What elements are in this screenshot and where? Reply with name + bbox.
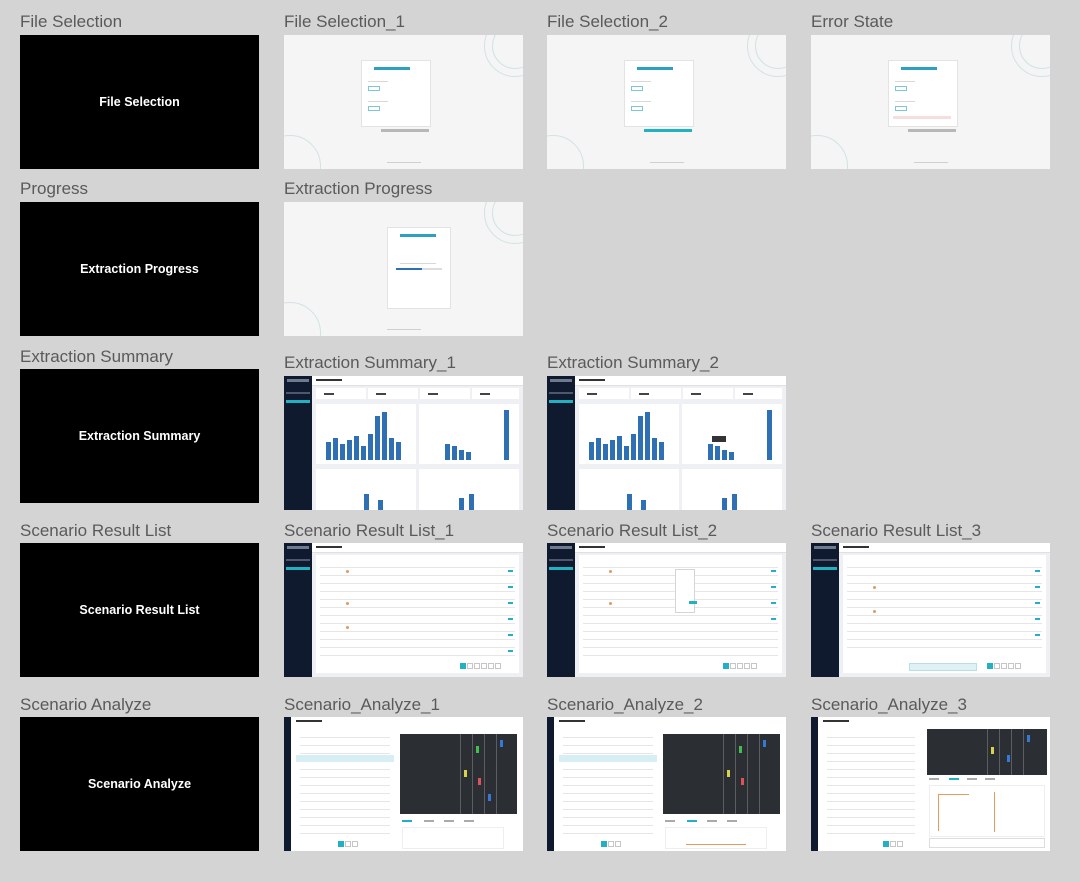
frame-label-extraction-summary-2: Extraction Summary_2 — [547, 353, 719, 372]
frame-thumbnail-extraction-summary-2[interactable] — [547, 376, 786, 510]
section-frame-title: File Selection — [99, 95, 180, 109]
frame-thumbnail-scenario-analyze-2[interactable] — [547, 717, 786, 851]
frame-thumbnail-error-state[interactable] — [811, 35, 1050, 169]
frame-thumbnail-extraction-progress[interactable] — [284, 202, 523, 336]
frame-thumbnail-file-selection-2[interactable] — [547, 35, 786, 169]
section-frame-file-selection[interactable]: File Selection — [20, 35, 259, 169]
frame-label-scenario-analyze-3: Scenario_Analyze_3 — [811, 695, 967, 714]
frame-label-file-selection-1: File Selection_1 — [284, 12, 405, 31]
frame-thumbnail-scenario-analyze-3[interactable] — [811, 717, 1050, 851]
frame-label-file-selection-2: File Selection_2 — [547, 12, 668, 31]
frame-thumbnail-scenario-result-list-2[interactable] — [547, 543, 786, 677]
frame-label-extraction-summary-1: Extraction Summary_1 — [284, 353, 456, 372]
section-frame-title: Extraction Summary — [78, 429, 201, 443]
section-label-scenario-analyze: Scenario Analyze — [20, 695, 152, 714]
section-frame-title: Scenario Analyze — [87, 777, 192, 791]
section-label-scenario-result-list: Scenario Result List — [20, 521, 172, 540]
frame-label-scenario-result-list-3: Scenario Result List_3 — [811, 521, 982, 540]
section-frame-progress[interactable]: Extraction Progress — [20, 202, 259, 336]
section-frame-title: Scenario Result List — [79, 603, 200, 617]
section-label-extraction-summary: Extraction Summary — [20, 347, 174, 366]
frame-label-scenario-analyze-2: Scenario_Analyze_2 — [547, 695, 703, 714]
section-frame-title: Extraction Progress — [80, 262, 199, 276]
section-frame-extraction-summary[interactable]: Extraction Summary — [20, 369, 259, 503]
section-frame-scenario-analyze[interactable]: Scenario Analyze — [20, 717, 259, 851]
section-label-file-selection: File Selection — [20, 12, 123, 31]
frame-thumbnail-file-selection-1[interactable] — [284, 35, 523, 169]
frame-thumbnail-scenario-analyze-1[interactable] — [284, 717, 523, 851]
frame-label-scenario-result-list-2: Scenario Result List_2 — [547, 521, 718, 540]
section-label-progress: Progress — [20, 179, 89, 198]
frame-thumbnail-extraction-summary-1[interactable] — [284, 376, 523, 510]
frame-label-scenario-analyze-1: Scenario_Analyze_1 — [284, 695, 440, 714]
frame-thumbnail-scenario-result-list-1[interactable] — [284, 543, 523, 677]
frame-thumbnail-scenario-result-list-3[interactable] — [811, 543, 1050, 677]
section-frame-scenario-result-list[interactable]: Scenario Result List — [20, 543, 259, 677]
frame-label-extraction-progress: Extraction Progress — [284, 179, 433, 198]
frame-label-scenario-result-list-1: Scenario Result List_1 — [284, 521, 455, 540]
frame-label-error-state: Error State — [811, 12, 894, 31]
